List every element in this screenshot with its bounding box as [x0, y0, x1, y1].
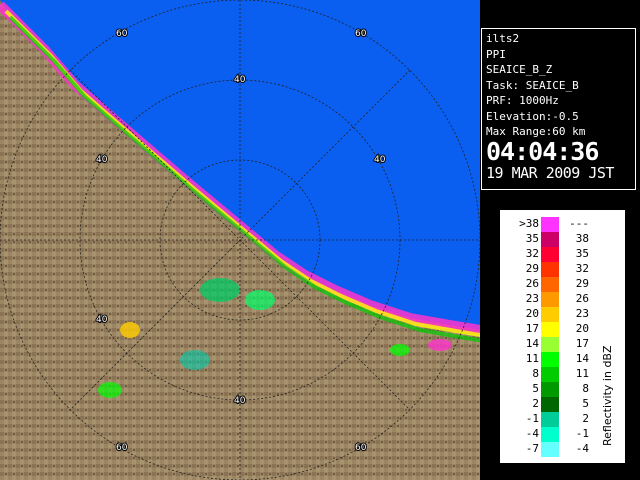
legend-lower-bound: 29	[525, 262, 539, 275]
legend-color-swatch	[541, 322, 559, 337]
legend-lower-bound: 17	[525, 322, 539, 335]
range-label: 40	[96, 315, 108, 325]
legend-lower-bound: 35	[525, 232, 539, 245]
radar-info-panel: ilts2 PPI SEAICE_B_Z Task: SEAICE_B PRF:…	[481, 28, 636, 190]
legend-upper-bound: 14	[575, 352, 589, 365]
legend-upper-bound: 26	[575, 292, 589, 305]
legend-row: >38 ---	[501, 217, 624, 232]
legend-lower-bound: >38	[519, 217, 539, 230]
legend-color-swatch	[541, 442, 559, 457]
legend-upper-bound: 23	[575, 307, 589, 320]
scan-time: 04:04:36	[486, 136, 599, 166]
legend-upper-bound: 2	[582, 412, 589, 425]
legend-color-swatch	[541, 382, 559, 397]
legend-lower-bound: 8	[532, 367, 539, 380]
legend-lower-bound: 11	[525, 352, 539, 365]
range-label: 40	[234, 75, 246, 85]
legend-lower-bound: 14	[525, 337, 539, 350]
range-label: 40	[374, 155, 386, 165]
scan-mode: PPI	[486, 47, 506, 61]
legend-lower-bound: -1	[525, 412, 539, 425]
legend-lower-bound: -7	[525, 442, 539, 455]
station-name: ilts2	[486, 32, 520, 45]
legend-axis-label: Reflectivity in dBZ	[601, 345, 614, 446]
radar-ppi-map[interactable]: 60 60 40 40 40 40 40 60 60	[0, 0, 480, 480]
scan-date: 19 MAR 2009 JST	[486, 163, 614, 182]
range-label: 40	[234, 396, 246, 406]
legend-color-swatch	[541, 352, 559, 367]
legend-upper-bound: 35	[575, 247, 589, 260]
legend-color-swatch	[541, 292, 559, 307]
range-label: 60	[355, 443, 367, 453]
legend-lower-bound: 2	[532, 397, 539, 410]
legend-upper-bound: 11	[575, 367, 589, 380]
legend-color-swatch	[541, 412, 559, 427]
reflectivity-legend: >38 --- 35 38 32 35 29 32 26 29 23 26 20 23 17 20 14 17 11…	[500, 210, 625, 463]
product-name: SEAICE_B_Z	[486, 63, 553, 76]
legend-upper-bound: 32	[575, 262, 589, 275]
range-label: 60	[355, 29, 367, 39]
legend-color-swatch	[541, 337, 559, 352]
legend-lower-bound: 20	[525, 307, 539, 320]
legend-color-swatch	[541, 217, 559, 232]
legend-upper-bound: -4	[575, 442, 589, 455]
legend-upper-bound: ---	[569, 217, 589, 230]
legend-color-swatch	[541, 397, 559, 412]
range-label: 60	[116, 29, 128, 39]
legend-upper-bound: 5	[582, 397, 589, 410]
legend-upper-bound: 20	[575, 322, 589, 335]
task-name: Task: SEAICE_B	[486, 78, 579, 92]
legend-color-swatch	[541, 367, 559, 382]
legend-color-swatch	[541, 427, 559, 442]
legend-lower-bound: 23	[525, 292, 539, 305]
range-label: 40	[96, 155, 108, 165]
legend-color-swatch	[541, 247, 559, 262]
legend-color-swatch	[541, 232, 559, 247]
legend-upper-bound: 17	[575, 337, 589, 350]
legend-color-swatch	[541, 262, 559, 277]
legend-color-swatch	[541, 277, 559, 292]
radar-display-screen: 60 60 40 40 40 40 40 60 60 ilts2 PPI SEA…	[0, 0, 640, 480]
range-label: 60	[116, 443, 128, 453]
legend-upper-bound: 38	[575, 232, 589, 245]
legend-lower-bound: 5	[532, 382, 539, 395]
legend-upper-bound: -1	[575, 427, 589, 440]
legend-label-text: Reflectivity in dBZ	[601, 345, 614, 446]
prf-value: PRF: 1000Hz	[486, 94, 559, 107]
legend-upper-bound: 8	[582, 382, 589, 395]
legend-row: 35 38	[501, 232, 624, 247]
elevation-value: Elevation:-0.5	[486, 109, 579, 123]
legend-lower-bound: -4	[525, 427, 539, 440]
legend-lower-bound: 26	[525, 277, 539, 290]
legend-upper-bound: 29	[575, 277, 589, 290]
legend-lower-bound: 32	[525, 247, 539, 260]
legend-color-swatch	[541, 307, 559, 322]
